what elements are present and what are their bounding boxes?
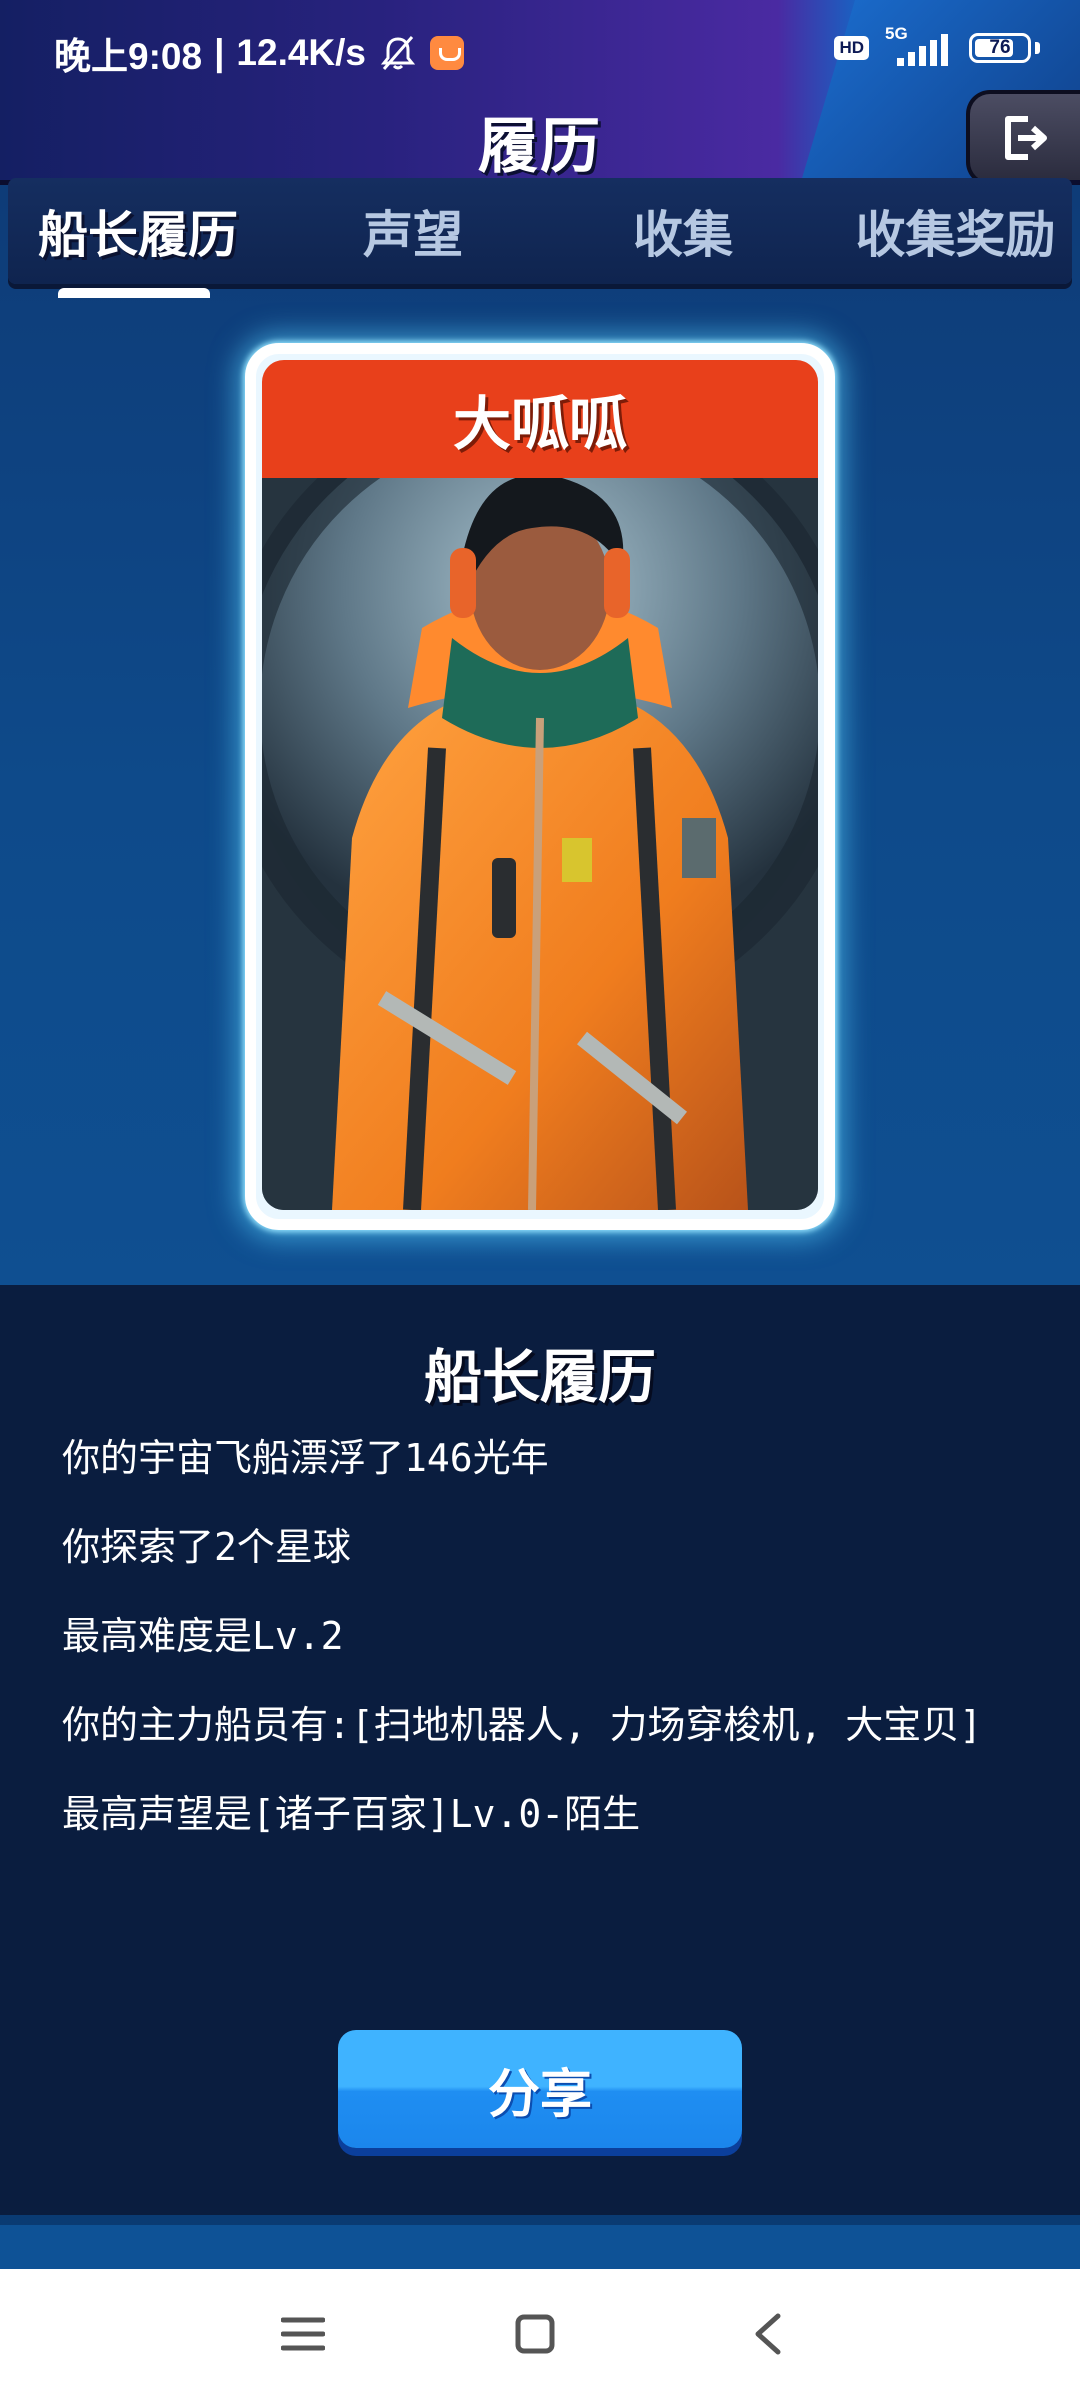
status-time: 晚上9:08 — [54, 36, 203, 77]
tab-captain-history[interactable]: 船长履历 — [28, 178, 248, 284]
signal-icon: 5G — [883, 24, 955, 68]
mute-icon — [380, 36, 416, 70]
status-left: 晚上9:08 | 12.4K/s — [54, 26, 465, 80]
shopping-app-icon — [430, 36, 465, 70]
history-line-distance: 你的宇宙飞船漂浮了146光年 — [62, 1436, 549, 1480]
history-line-planets: 你探索了2个星球 — [62, 1525, 351, 1569]
app-screen: 晚上9:08 | 12.4K/s HD 5G 76 履历 船长履历 声望 收集 … — [0, 0, 1080, 2400]
battery-level: 76 — [989, 37, 1011, 58]
character-portrait — [262, 478, 818, 1210]
back-icon[interactable] — [733, 2299, 803, 2369]
home-icon[interactable] — [500, 2299, 570, 2369]
exit-button[interactable] — [966, 90, 1080, 186]
tab-reputation[interactable]: 声望 — [308, 178, 518, 284]
history-line-reputation: 最高声望是[诸子百家]Lv.0-陌生 — [62, 1792, 641, 1836]
tab-collection-rewards[interactable]: 收集奖励 — [843, 178, 1068, 284]
exit-icon — [1005, 116, 1047, 160]
history-line-difficulty: 最高难度是Lv.2 — [62, 1614, 344, 1658]
share-button[interactable]: 分享 — [338, 2030, 742, 2148]
status-net-speed: 12.4K/s — [236, 32, 367, 73]
history-line-crew: 你的主力船员有:[扫地机器人, 力场穿梭机, 大宝贝] — [62, 1703, 983, 1747]
battery-icon: 76 — [969, 33, 1031, 63]
astronaut-illustration — [262, 478, 818, 1210]
character-card: 大呱呱 — [245, 343, 835, 1230]
bottom-strip — [0, 2215, 1080, 2269]
header-bar: 晚上9:08 | 12.4K/s HD 5G 76 履历 — [0, 0, 1080, 186]
status-right: HD 5G 76 — [834, 24, 1040, 68]
page-title: 履历 — [478, 112, 602, 182]
tab-collection[interactable]: 收集 — [578, 178, 788, 284]
battery-cap — [1035, 42, 1040, 54]
menu-icon[interactable] — [268, 2299, 338, 2369]
character-name: 大呱呱 — [262, 360, 818, 478]
hd-badge: HD — [834, 36, 869, 60]
tab-bar: 船长履历 声望 收集 收集奖励 — [8, 178, 1072, 284]
status-bar: 晚上9:08 | 12.4K/s HD 5G 76 — [0, 0, 1080, 100]
info-title: 船长履历 — [423, 1343, 656, 1411]
status-separator: | — [214, 32, 225, 73]
active-tab-indicator — [58, 288, 210, 298]
system-navigation-bar — [0, 2269, 1080, 2400]
